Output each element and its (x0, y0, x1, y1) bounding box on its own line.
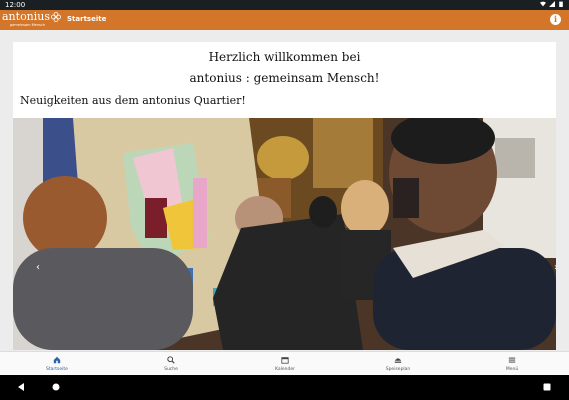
search-icon (167, 356, 175, 364)
welcome-line-1: Herzlich willkommen bei (208, 50, 361, 64)
signal-icon (549, 1, 555, 7)
antonius-logo: antonius gemeinsam Mensch (2, 11, 66, 29)
back-icon[interactable] (16, 382, 26, 392)
status-icons (540, 1, 564, 7)
nav-item-startseite[interactable]: Startseite (17, 352, 97, 376)
wifi-icon (540, 1, 546, 7)
nav-item-kalender[interactable]: Kalender (245, 352, 325, 376)
carousel-prev-button[interactable]: ‹ (32, 261, 44, 275)
recents-icon[interactable] (542, 382, 552, 392)
nav-item-speiseplan[interactable]: Speiseplan (358, 352, 438, 376)
bottom-navigation: Startseite Suche Kalender Speiseplan Men… (0, 351, 569, 375)
content-card: Herzlich willkommen bei antonius : gemei… (13, 42, 556, 350)
status-bar: 12:00 (0, 0, 569, 10)
nav-item-suche[interactable]: Suche (131, 352, 211, 376)
calendar-icon (281, 357, 289, 364)
status-time: 12:00 (5, 1, 26, 9)
logo-subtitle: gemeinsam Mensch (10, 23, 45, 27)
nav-label: Menü (505, 367, 519, 372)
welcome-line-2: antonius : gemeinsam Mensch! (189, 71, 380, 85)
android-navigation-bar (0, 375, 569, 400)
page-title: Startseite (67, 15, 107, 23)
home-icon (53, 356, 61, 364)
flower-icon (51, 12, 61, 22)
nav-label: Speiseplan (385, 367, 411, 372)
food-icon (394, 358, 402, 363)
logo-text: antonius (2, 10, 51, 23)
nav-label: Startseite (46, 367, 68, 372)
menu-icon (508, 357, 516, 363)
news-carousel[interactable]: ‹ › (13, 118, 556, 350)
battery-icon (559, 1, 563, 7)
nav-item-menu[interactable]: Menü (472, 352, 552, 376)
carousel-photo (13, 118, 556, 350)
app-bar: antonius gemeinsam Mensch Startseite i (0, 10, 569, 30)
home-circle-icon[interactable] (51, 382, 61, 392)
info-icon[interactable]: i (550, 14, 561, 25)
nav-label: Suche (164, 367, 178, 372)
news-heading: Neuigkeiten aus dem antonius Quartier! (20, 94, 246, 107)
carousel-next-button[interactable]: › (550, 261, 556, 275)
nav-label: Kalender (275, 367, 295, 372)
